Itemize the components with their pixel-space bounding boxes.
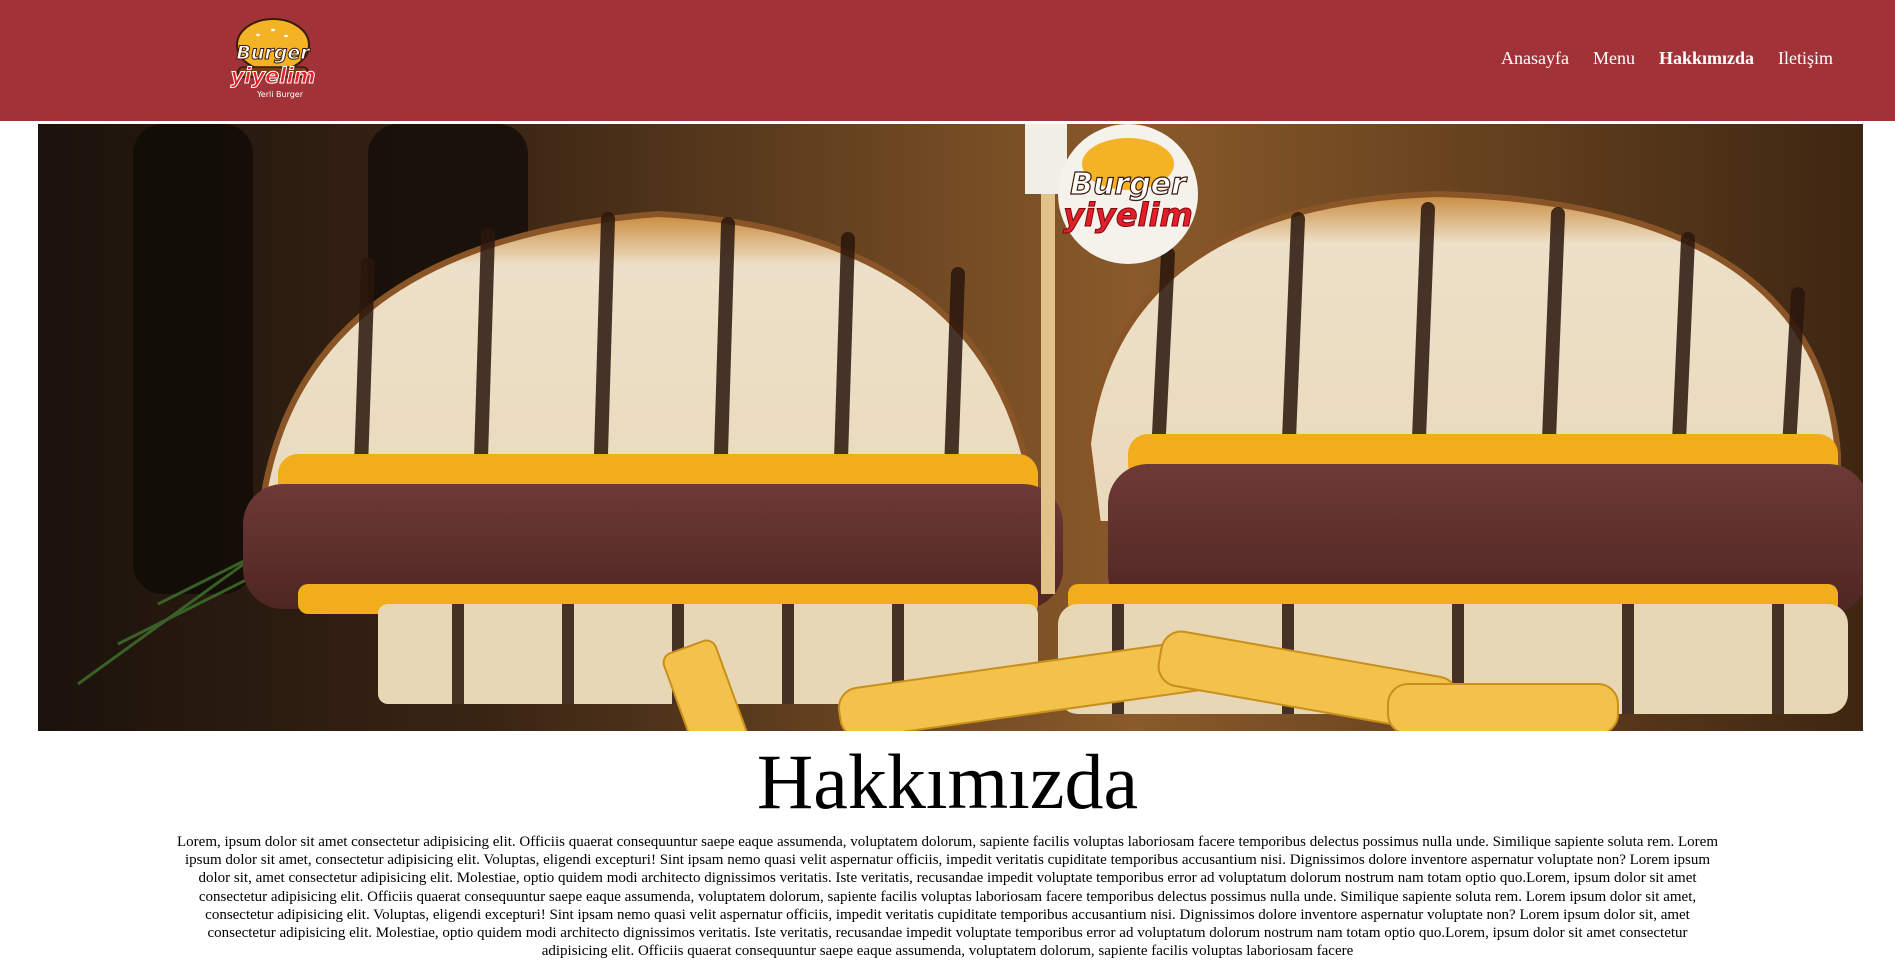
- svg-text:Yerli Burger: Yerli Burger: [256, 90, 304, 99]
- svg-text:Burger: Burger: [236, 42, 311, 64]
- nav-item-anasayfa[interactable]: Anasayfa: [1501, 48, 1569, 69]
- nav-item-menu[interactable]: Menu: [1593, 48, 1635, 69]
- page-title: Hakkımızda: [756, 738, 1139, 825]
- about-body-text: Lorem, ipsum dolor sit amet consectetur …: [177, 834, 1718, 960]
- brand-logo[interactable]: Burger yiyelim Yerli Burger: [228, 15, 318, 103]
- burger-logo-icon: Burger yiyelim Yerli Burger: [230, 18, 316, 99]
- burger-photo: Burger yiyelim: [38, 124, 1863, 731]
- nav-item-hakkimizda[interactable]: Hakkımızda: [1659, 48, 1754, 69]
- site-header: Burger yiyelim Yerli Burger Anasayfa Men…: [0, 0, 1895, 121]
- svg-text:yiyelim: yiyelim: [1063, 196, 1193, 234]
- hero-image: Burger yiyelim: [38, 124, 1863, 731]
- svg-text:yiyelim: yiyelim: [230, 64, 315, 88]
- nav-item-iletisim[interactable]: Iletişim: [1778, 48, 1833, 69]
- main-nav: Anasayfa Menu Hakkımızda Iletişim: [1501, 48, 1833, 69]
